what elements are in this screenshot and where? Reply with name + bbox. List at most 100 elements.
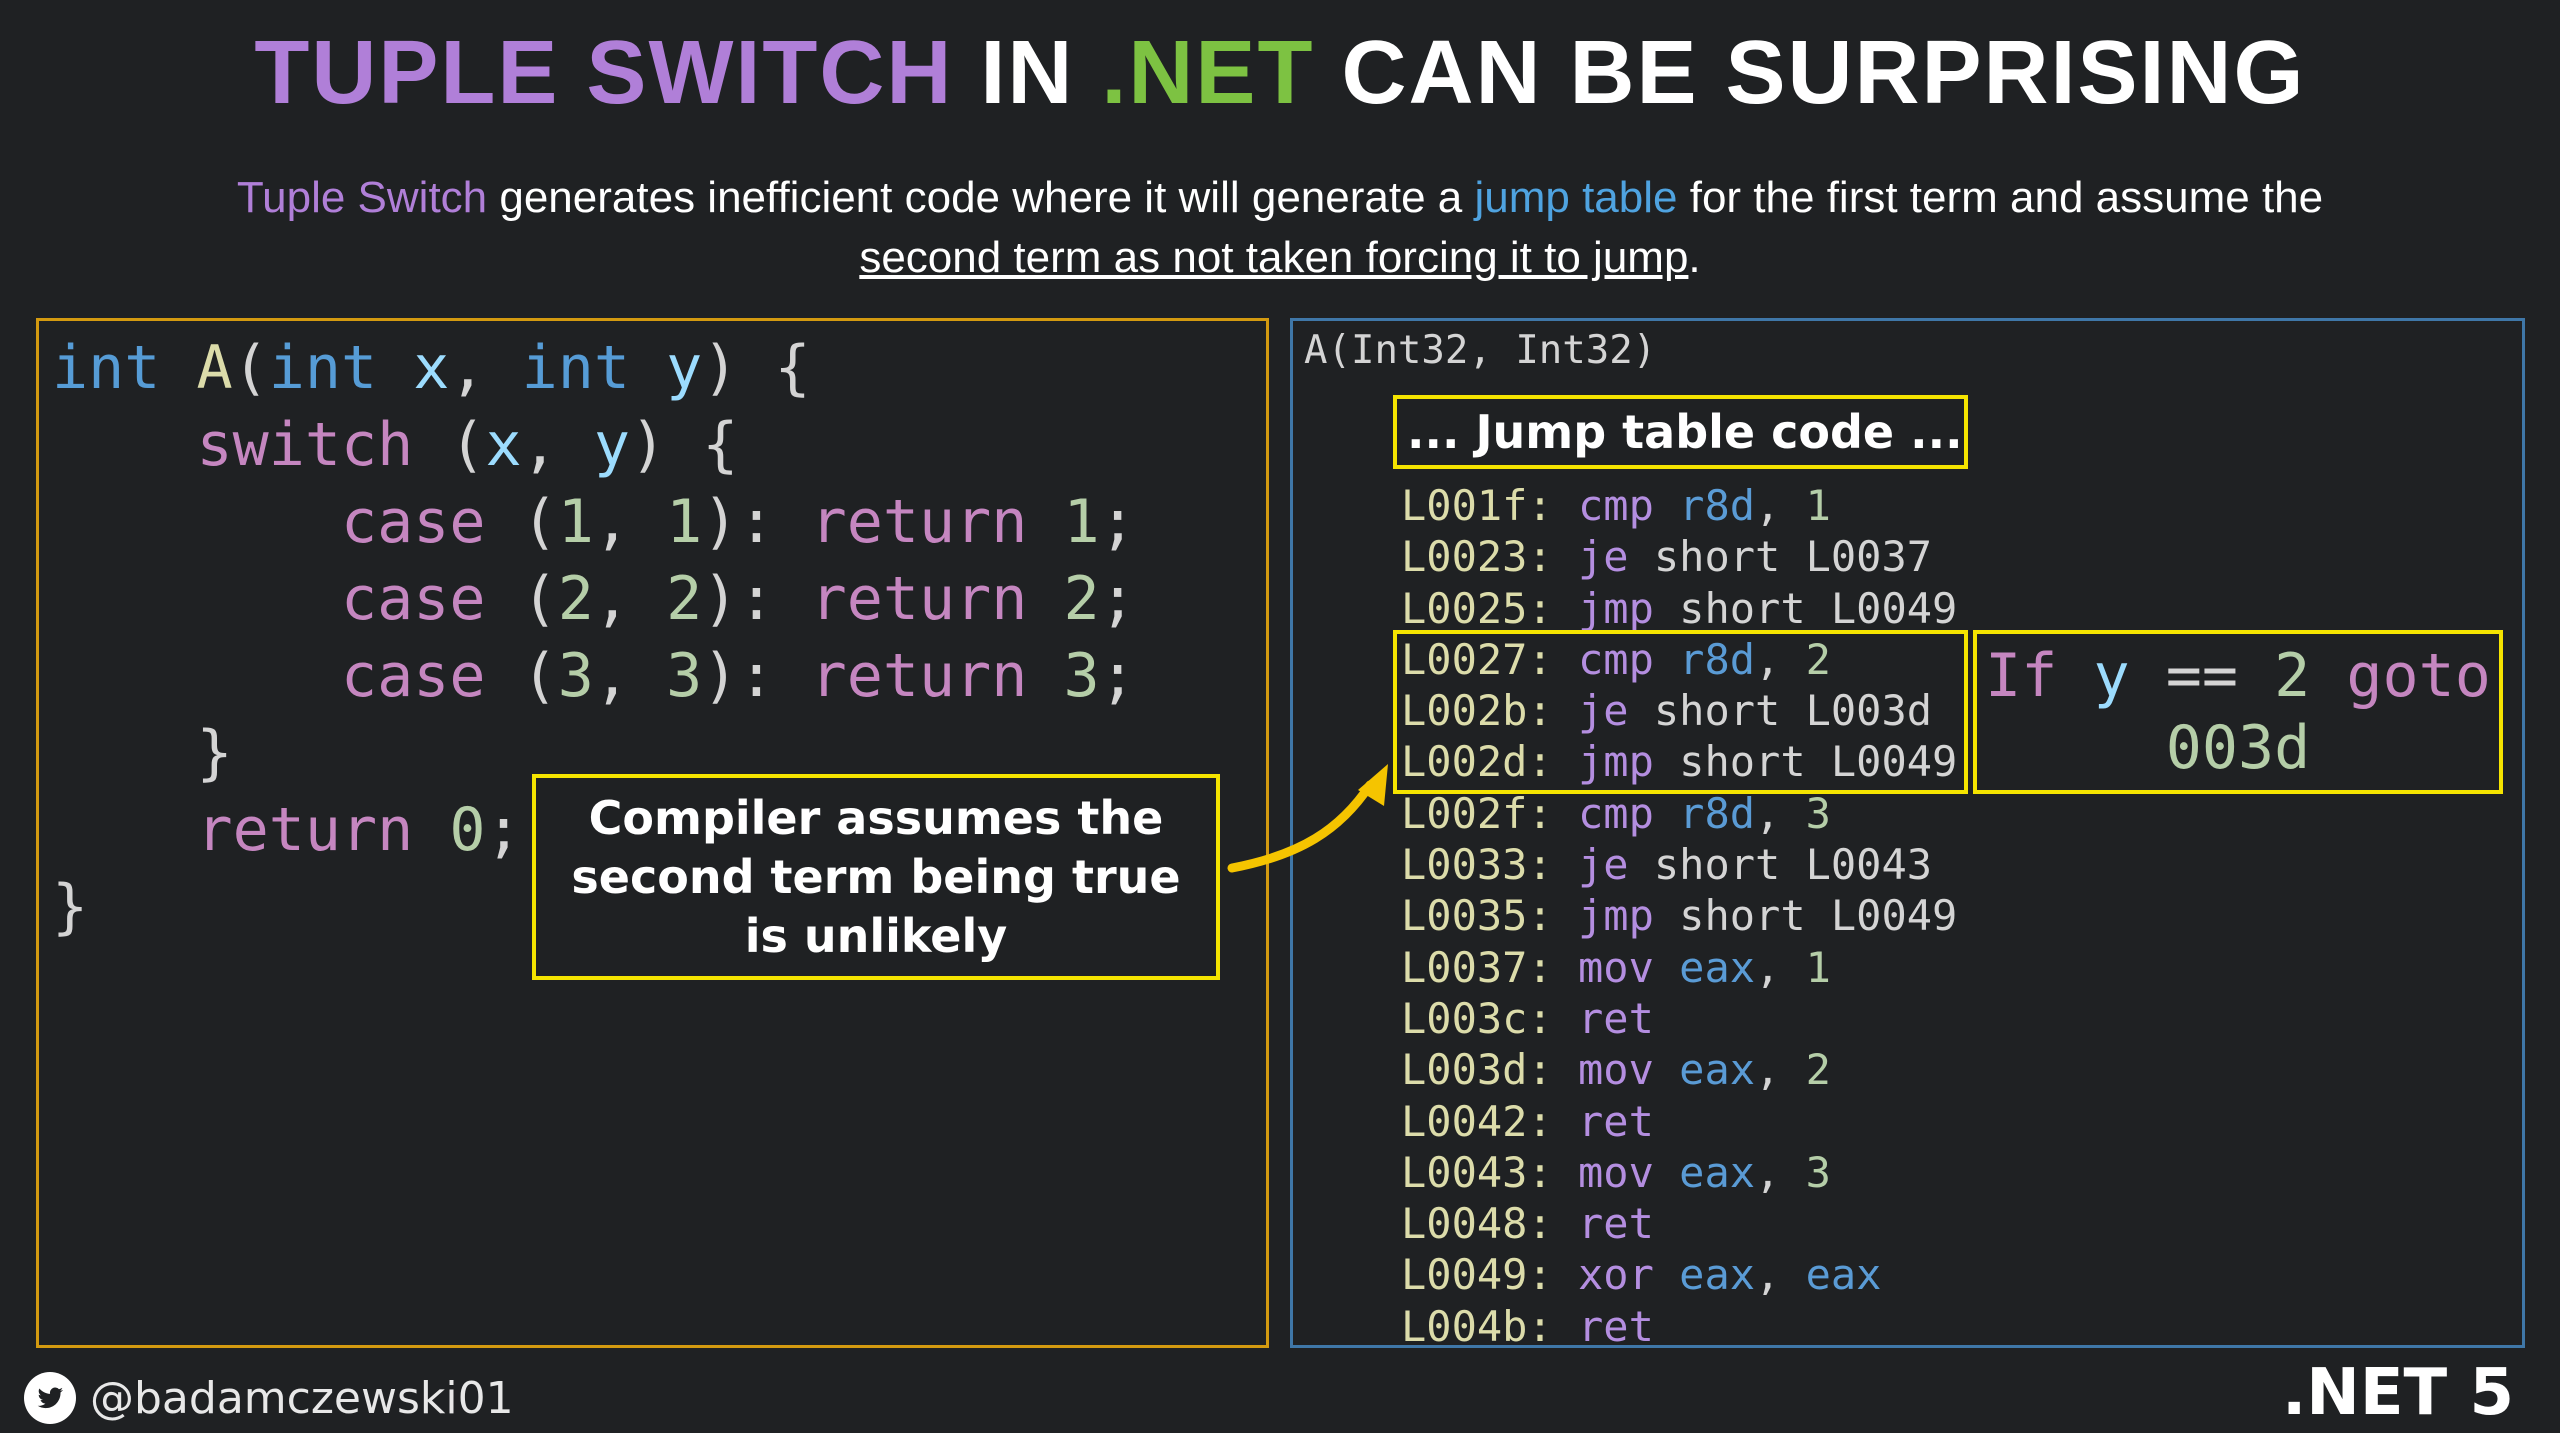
code-token: L002f: xyxy=(1401,788,1553,838)
code-token: 3 xyxy=(1805,788,1831,838)
asm-line: L003d: mov eax, 2 xyxy=(1401,1044,1957,1095)
code-token: , xyxy=(449,333,522,403)
code-token: 2 xyxy=(1063,564,1100,634)
twitter-handle[interactable]: @badamczewski01 xyxy=(24,1372,514,1424)
note-word: 2 xyxy=(2274,641,2311,711)
code-token: x xyxy=(485,410,522,480)
code-token: ( xyxy=(232,333,269,403)
code-token: , xyxy=(1755,481,1806,530)
code-token: , xyxy=(1755,1045,1806,1095)
code-token: jmp xyxy=(1578,583,1654,633)
code-token: 3 xyxy=(666,641,703,711)
asm-line: L0043: mov eax, 3 xyxy=(1401,1147,1957,1198)
code-token: je xyxy=(1578,532,1629,582)
code-token: jmp xyxy=(1578,891,1654,941)
code-token: case xyxy=(340,564,486,634)
code-token: mov xyxy=(1578,1045,1654,1095)
code-token: 1 xyxy=(1805,942,1831,992)
code-token: 1 xyxy=(557,487,594,557)
code-token: eax xyxy=(1679,942,1756,992)
code-token: xor xyxy=(1578,1250,1654,1300)
code-token: L0025: xyxy=(1401,583,1553,633)
asm-line: L0023: je short L0037 xyxy=(1401,531,1957,582)
code-token: , xyxy=(593,641,667,711)
code-token: ): xyxy=(702,564,811,634)
code-token: cmp xyxy=(1578,788,1654,838)
code-token: ret xyxy=(1578,1199,1654,1249)
code-line: case (3, 3): return 3; xyxy=(52,638,1136,715)
note-word: If xyxy=(1985,641,2058,711)
code-token: ( xyxy=(413,410,486,480)
subtitle-text: for the first term and assume the xyxy=(1677,173,2324,222)
code-token: ): xyxy=(702,487,811,557)
code-token: L003c: xyxy=(1401,993,1553,1043)
if-note: If y == 2 goto 003d xyxy=(1973,630,2503,794)
code-token: ; xyxy=(485,795,522,865)
code-token: y xyxy=(593,410,630,480)
callout-box: Compiler assumes the second term being t… xyxy=(532,774,1220,980)
version-label: .NET 5 xyxy=(2281,1356,2514,1430)
code-token: L004b: xyxy=(1401,1301,1553,1351)
code-token: } xyxy=(52,718,233,788)
code-token: je xyxy=(1578,840,1629,890)
code-line: case (1, 1): return 1; xyxy=(52,484,1136,561)
subtitle-text: . xyxy=(1688,233,1701,282)
code-token: int xyxy=(521,333,630,403)
code-token: , xyxy=(1755,1250,1806,1300)
code-token: L001f: xyxy=(1401,481,1553,530)
code-token: , xyxy=(1755,942,1806,992)
title-part: TUPLE SWITCH xyxy=(254,23,954,123)
highlight-box xyxy=(1393,630,1968,794)
subtitle-text: generates inefficient code where it will… xyxy=(487,173,1475,222)
note-word: == xyxy=(2165,641,2238,711)
code-token: switch xyxy=(196,410,414,480)
asm-line: L0049: xor eax, eax xyxy=(1401,1249,1957,1300)
code-token: return xyxy=(810,564,1028,634)
code-token: ( xyxy=(485,564,558,634)
code-token: case xyxy=(340,487,486,557)
code-token: L0033: xyxy=(1401,840,1553,890)
code-token: cmp xyxy=(1578,481,1654,530)
twitter-icon xyxy=(24,1372,76,1424)
title-part: .NET xyxy=(1101,23,1315,123)
code-token: , xyxy=(521,410,594,480)
code-token: case xyxy=(340,641,486,711)
code-token: mov xyxy=(1578,942,1654,992)
code-token: eax xyxy=(1805,1250,1882,1300)
code-token: , xyxy=(593,564,667,634)
code-token: 2 xyxy=(557,564,594,634)
code-token: short L0037 xyxy=(1653,532,1933,582)
code-token: short L0043 xyxy=(1653,840,1933,890)
code-line: int A(int x, int y) { xyxy=(52,330,1136,407)
note-word: goto xyxy=(2346,641,2491,711)
asm-line: L0035: jmp short L0049 xyxy=(1401,890,1957,941)
code-token: 1 xyxy=(1805,481,1831,530)
asm-line: L001f: cmp r8d, 1 xyxy=(1401,480,1957,531)
asm-line: L003c: ret xyxy=(1401,993,1957,1044)
code-token: ) { xyxy=(630,410,739,480)
code-token: L0023: xyxy=(1401,532,1553,582)
code-token: L003d: xyxy=(1401,1045,1553,1095)
code-token: L0049: xyxy=(1401,1250,1553,1300)
